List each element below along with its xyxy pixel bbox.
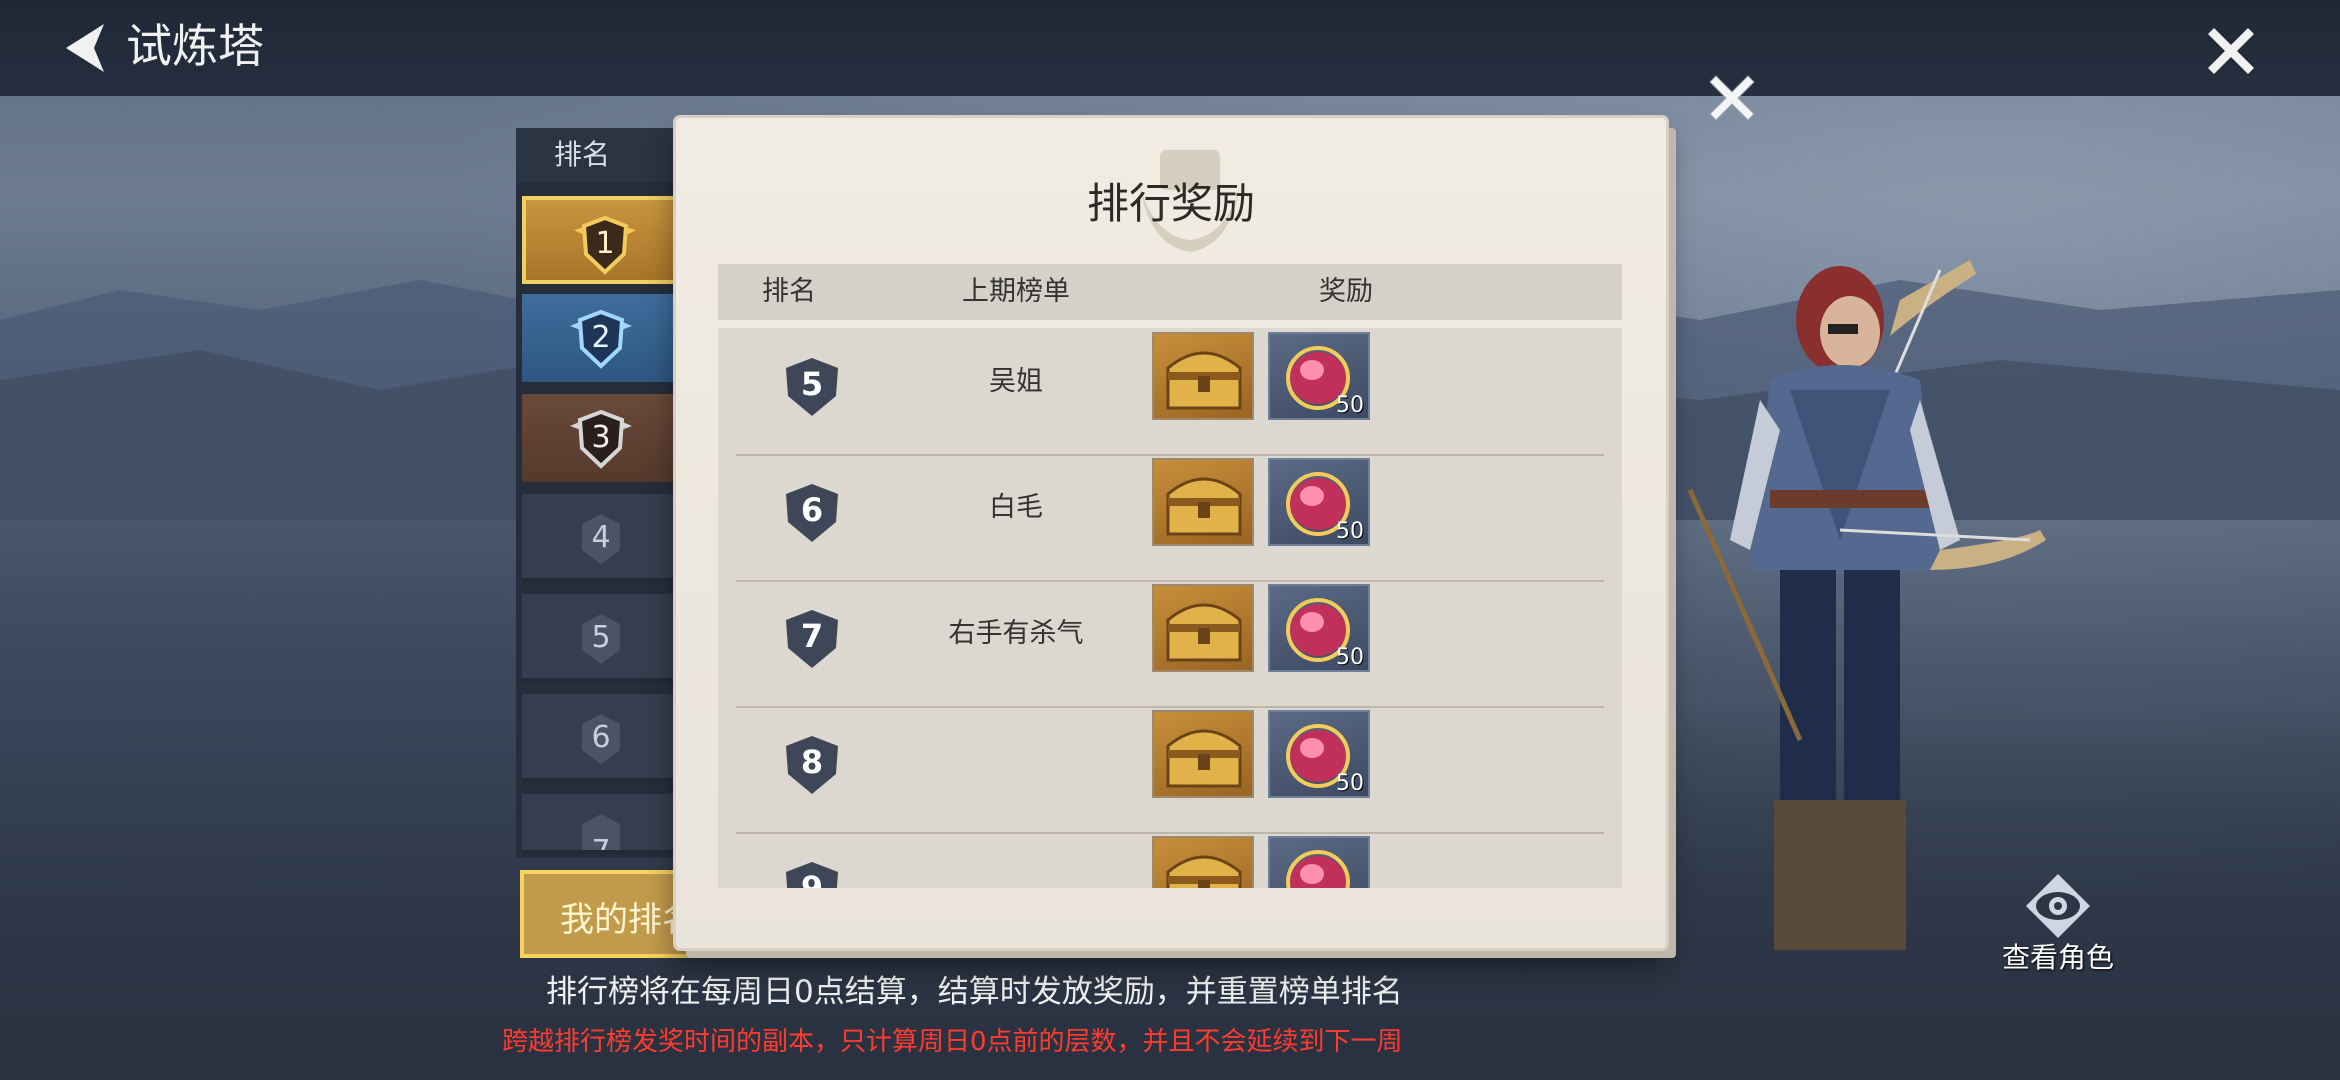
warning-note: 跨越排行榜发奖时间的副本，只计算周日0点前的层数，并且不会延续到下一周 (502, 1027, 1403, 1057)
rank-tab-5[interactable]: 5 (522, 594, 698, 682)
treasure-chest-reward[interactable] (1152, 836, 1254, 888)
archer-character (1687, 260, 2046, 950)
treasure-chest-reward[interactable] (1152, 710, 1254, 798)
rank-tab-7[interactable]: 7 (522, 794, 698, 854)
rank-number: 4 (591, 520, 611, 555)
player-name: 白毛 (989, 492, 1043, 523)
view-character-button[interactable]: 查看角色 (1988, 870, 2128, 980)
rank-tab-3[interactable]: 3 (522, 394, 698, 482)
gem-count: 50 (1336, 393, 1364, 418)
treasure-chest-icon (1166, 351, 1242, 410)
treasure-chest-icon (1166, 729, 1242, 788)
close-icon[interactable] (2200, 20, 2262, 82)
rank-tab-4[interactable]: 4 (522, 494, 698, 582)
table-row: 7 右手有杀气 50 (736, 582, 1604, 708)
gem-reward[interactable]: 50 (1268, 332, 1370, 420)
player-name: 吴姐 (989, 366, 1043, 397)
treasure-chest-reward[interactable] (1152, 458, 1254, 546)
rank-tab-1[interactable]: 1 (522, 196, 698, 284)
rank-number: 6 (591, 720, 611, 755)
table-row: 5 吴姐 50 (736, 330, 1604, 456)
table-row: 8 50 (736, 708, 1604, 834)
view-character-label: 查看角色 (2001, 941, 2114, 974)
row-rank: 8 (800, 743, 824, 781)
player-name (886, 856, 1146, 888)
gem-count: 50 (1336, 771, 1364, 796)
row-rank: 5 (800, 365, 824, 403)
dialog-title: 排行奖励 (1086, 179, 1255, 228)
rank-tab-2[interactable]: 2 (522, 294, 698, 382)
eye-icon (2026, 874, 2090, 938)
rank-list-header: 排名 (516, 128, 696, 182)
column-reward: 奖励 (1319, 276, 1373, 307)
player-name (886, 730, 1146, 790)
reward-table[interactable]: 5 吴姐 50 6 白毛 50 7 右手有杀气 50 8 50 9 (718, 328, 1622, 888)
rank-list-panel: 排名 1 2 3 4 5 6 7 (516, 128, 698, 858)
row-rank: 7 (800, 617, 824, 655)
treasure-chest-icon (1166, 477, 1242, 536)
treasure-chest-reward[interactable] (1152, 584, 1254, 672)
treasure-chest-icon (1166, 855, 1242, 888)
gem-reward[interactable]: 50 (1268, 584, 1370, 672)
gem-reward[interactable] (1268, 836, 1370, 888)
treasure-chest-icon (1166, 603, 1242, 662)
gem-count: 50 (1336, 645, 1364, 670)
rank-number: 1 (595, 226, 615, 261)
dialog-close-icon[interactable] (1704, 70, 1760, 126)
gem-reward[interactable]: 50 (1268, 710, 1370, 798)
gem-count: 50 (1336, 519, 1364, 544)
settlement-note: 排行榜将在每周日0点结算，结算时发放奖励，并重置榜单排名 (546, 974, 1403, 1010)
column-last-period: 上期榜单 (962, 276, 1070, 307)
rank-number: 3 (591, 420, 611, 455)
top-bar: 试炼塔 (0, 0, 2340, 96)
row-rank: 6 (800, 491, 824, 529)
table-row: 6 白毛 50 (736, 456, 1604, 582)
rank-number: 2 (591, 320, 611, 355)
table-header: 排名 上期榜单 奖励 (718, 264, 1622, 320)
page-title: 试炼塔 (126, 19, 264, 73)
rank-number: 7 (591, 834, 611, 854)
back-arrow-icon[interactable] (56, 18, 116, 78)
gem-icon (1286, 850, 1350, 888)
rank-tab-6[interactable]: 6 (522, 694, 698, 782)
player-name: 右手有杀气 (948, 618, 1084, 649)
gem-reward[interactable]: 50 (1268, 458, 1370, 546)
treasure-chest-reward[interactable] (1152, 332, 1254, 420)
row-rank: 9 (800, 869, 824, 888)
column-rank: 排名 (762, 276, 816, 307)
table-row: 9 (736, 834, 1604, 888)
rank-number: 5 (591, 620, 611, 655)
